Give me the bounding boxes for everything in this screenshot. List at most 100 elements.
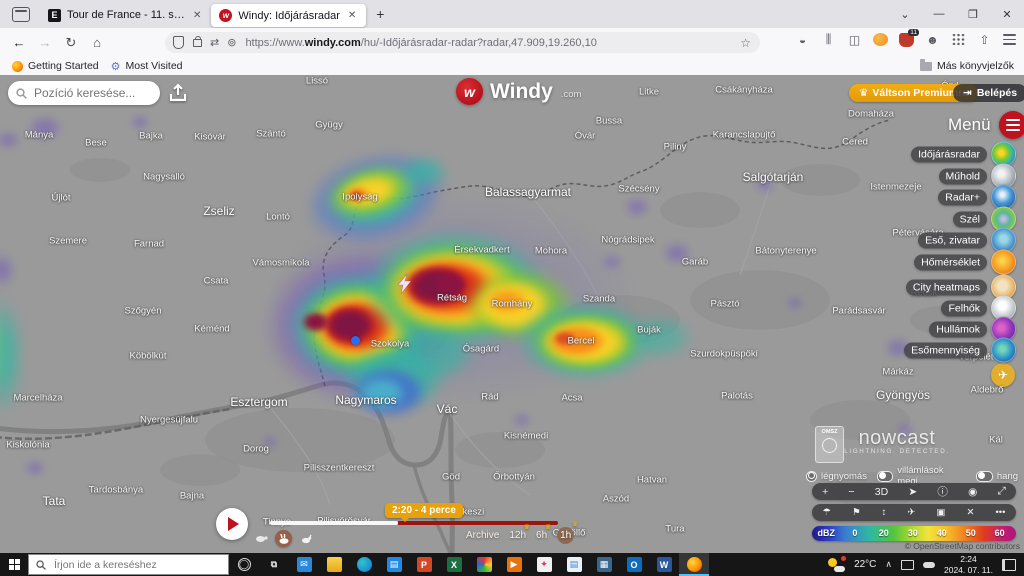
library-icon[interactable]: ⫼ — [821, 32, 836, 47]
weather-tray-icon[interactable] — [828, 555, 847, 572]
new-tab-button[interactable]: + — [376, 6, 384, 22]
login-button[interactable]: ⇥ Belépés — [953, 84, 1024, 102]
toggle-switch[interactable] — [876, 470, 894, 482]
tracking-shield-icon[interactable] — [173, 36, 184, 49]
taskbar-icon-calculator[interactable]: ▦ — [589, 553, 619, 576]
adblock-extension-icon[interactable] — [873, 33, 888, 46]
altitude-button[interactable]: ↕ — [882, 507, 887, 518]
mode-3d-button[interactable]: 3D — [875, 486, 888, 498]
taskbar-search-input[interactable] — [52, 557, 206, 572]
weather-overlay-button[interactable]: ☂ — [823, 507, 832, 518]
timeline-future-bar[interactable] — [398, 521, 558, 525]
toggle-switch[interactable] — [975, 470, 993, 482]
close-button[interactable]: ✕ — [966, 507, 974, 518]
send-tab-icon[interactable]: ⇧ — [977, 33, 992, 47]
range-12h-button[interactable]: 12h ♛ — [509, 524, 530, 541]
taskbar-icon-outlook[interactable]: O — [619, 553, 649, 576]
extensions-grid-icon[interactable] — [951, 34, 966, 45]
compass-button[interactable]: ◉ — [968, 486, 977, 498]
sidebar-item-es-mennyis-g[interactable]: Esőmennyiség — [904, 337, 1016, 363]
bookmark-getting-started[interactable]: Getting Started — [12, 60, 99, 72]
notification-center-icon[interactable] — [1002, 558, 1016, 571]
search-input[interactable] — [32, 85, 146, 101]
taskbar-icon-notepad[interactable]: ▤ — [559, 553, 589, 576]
locate-button[interactable]: ➤ — [908, 486, 917, 498]
range-6h-button[interactable]: 6h ♛ — [536, 524, 551, 541]
share-upload-icon[interactable] — [167, 82, 189, 104]
taskbar-icon-paint[interactable] — [469, 553, 499, 576]
range-1h-button[interactable]: 1h ♛ — [557, 521, 578, 544]
other-bookmarks[interactable]: Más könyvjelzők — [919, 59, 1014, 72]
taskbar-icon-powerpoint[interactable]: P — [409, 553, 439, 576]
reload-button[interactable]: ↻ — [58, 35, 84, 51]
archive-button[interactable]: Archive — [466, 530, 499, 541]
zoom-in-button[interactable]: + — [822, 486, 828, 498]
taskbar-icon-task-view[interactable]: ⧉ — [259, 553, 289, 576]
browser-tab[interactable]: E Tour de France - 11. szakasz - E ✕ — [40, 4, 211, 27]
more-button[interactable]: ••• — [995, 507, 1005, 518]
taskbar-icon-excel[interactable]: X — [439, 553, 469, 576]
menu-button[interactable]: Menü — [948, 111, 1024, 139]
display-tray-icon[interactable] — [901, 559, 914, 570]
play-button[interactable] — [216, 508, 248, 540]
privacy-extension-icon[interactable]: 11 — [899, 28, 919, 47]
info-button[interactable]: ⓘ — [937, 484, 948, 499]
webcam-button[interactable]: ▣ — [936, 507, 945, 518]
flight-button[interactable]: ✈ — [907, 507, 915, 518]
tray-expand-icon[interactable]: ∧ — [885, 559, 892, 570]
restore-button[interactable]: ❐ — [956, 8, 990, 21]
account-icon[interactable]: ☻ — [925, 33, 940, 47]
taskbar-icon-paint-3d[interactable]: ✦ — [529, 553, 559, 576]
permissions-icon[interactable]: ⇄ — [210, 36, 219, 49]
bookmark-star-icon[interactable]: ☆ — [740, 36, 751, 50]
search-box[interactable] — [8, 81, 160, 105]
menu-icon[interactable] — [1003, 34, 1018, 45]
location-pin-icon[interactable]: ⊚ — [227, 36, 236, 49]
taskbar-icon-cortana[interactable]: ◯ — [229, 553, 259, 576]
taskbar-icon-word[interactable]: W — [649, 553, 679, 576]
firefox-view-icon[interactable] — [12, 6, 30, 22]
tab-close-icon[interactable]: ✕ — [191, 10, 203, 21]
rabbit-icon[interactable] — [275, 530, 292, 547]
taskbar-icon-file-explorer[interactable] — [319, 553, 349, 576]
url-bar[interactable]: ⇄ ⊚ https://www.windy.com/hu/-Időjárásra… — [165, 32, 760, 53]
store-icon: ▤ — [386, 557, 402, 572]
windy-map[interactable]: Mánya Bese Bajka Kisóvár Szántó Gyügy Lissó Lit… — [0, 75, 1024, 553]
timeline-time-badge[interactable]: 2:20 - 4 perce — [385, 503, 463, 522]
toggle-switch[interactable] — [806, 470, 817, 482]
paint-icon — [476, 557, 492, 572]
lock-icon[interactable] — [193, 35, 202, 47]
toggle-l-gnyom-s[interactable]: légnyomás — [806, 470, 867, 482]
sidebar-toggle-icon[interactable]: ◫ — [847, 33, 862, 47]
minimize-button[interactable]: — — [922, 8, 956, 20]
tab-list-icon[interactable]: ⌄ — [888, 8, 922, 21]
tab-close-icon[interactable]: ✕ — [346, 10, 358, 21]
taskbar-search[interactable] — [28, 554, 229, 575]
taskbar-icon-store[interactable]: ▤ — [379, 553, 409, 576]
timeline-past-bar[interactable] — [270, 521, 398, 525]
zoom-out-button[interactable]: − — [848, 486, 854, 498]
onedrive-tray-icon[interactable] — [923, 561, 935, 568]
tray-clock[interactable]: 2:24 2024. 07. 11. — [944, 554, 993, 575]
sidebar-item-h-m-rs-klet[interactable]: Hőmérséklet — [914, 249, 1016, 275]
taskbar-icon-media-player[interactable]: ▶ — [499, 553, 529, 576]
close-button[interactable]: ✕ — [990, 8, 1024, 21]
browser-tab[interactable]: w Windy: Időjárásradar ✕ — [211, 4, 367, 28]
pocket-icon[interactable]: ◒ — [795, 33, 810, 47]
taskbar-icon-mail[interactable]: ✉ — [289, 553, 319, 576]
forward-button[interactable]: → — [32, 35, 58, 50]
goat-icon[interactable] — [298, 532, 313, 545]
home-button[interactable]: ⌂ — [84, 35, 110, 50]
taskbar-icon-firefox[interactable] — [679, 553, 709, 576]
bookmark-most-visited[interactable]: ⚙ Most Visited — [111, 60, 183, 73]
report-flag-button[interactable]: ⚑ — [852, 507, 861, 518]
fullscreen-button[interactable]: ⤢ — [997, 485, 1005, 498]
task-view-icon: ⧉ — [270, 559, 278, 569]
back-button[interactable]: ← — [6, 35, 32, 50]
start-button[interactable] — [0, 559, 28, 570]
windy-logo[interactable]: w Windy .com — [456, 78, 581, 105]
taskbar-icon-edge[interactable] — [349, 553, 379, 576]
toggle-hang[interactable]: hang — [975, 470, 1018, 482]
turtle-icon[interactable] — [254, 532, 269, 545]
tray-temperature[interactable]: 22°C — [854, 559, 876, 570]
